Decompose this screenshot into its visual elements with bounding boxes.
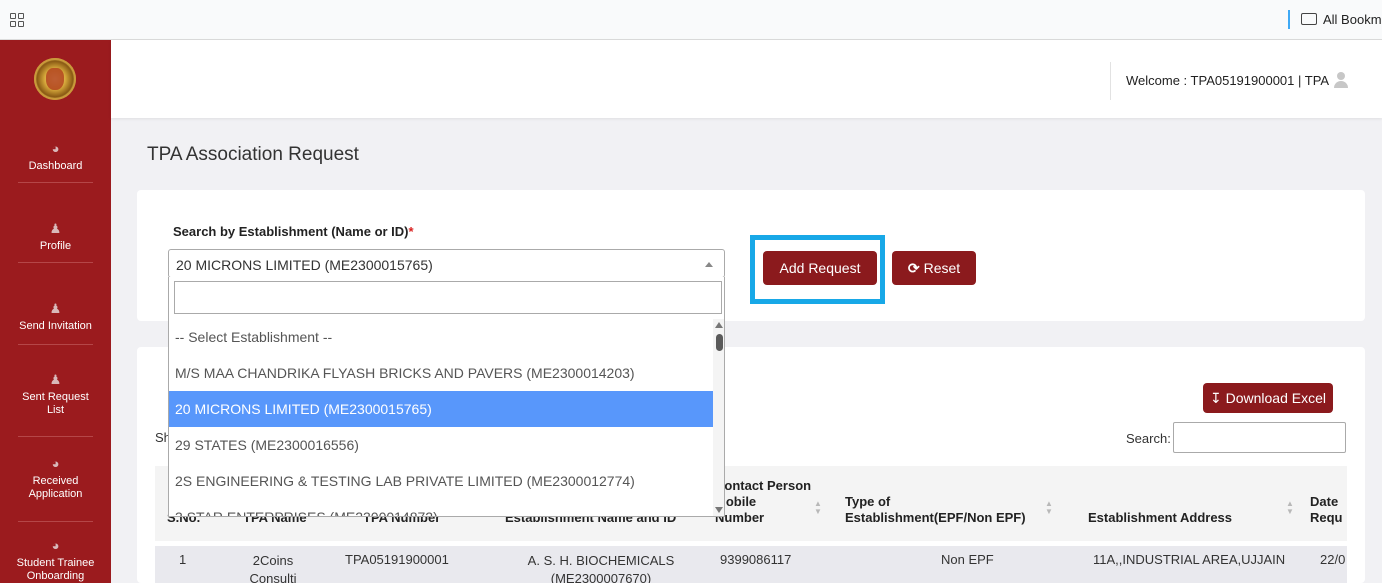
sidebar-item-label: Received [32, 475, 79, 487]
establishment-select[interactable]: 20 MICRONS LIMITED (ME2300015765) [168, 249, 725, 278]
scroll-down-arrow-icon[interactable] [715, 507, 723, 513]
column-header-establishment-type[interactable]: Type of Establishment(EPF/Non EPF) [845, 494, 1026, 526]
browser-bookmark-bar: All Bookma [0, 0, 1382, 40]
dropdown-option[interactable]: 3 STAR ENTERPRISES (ME2300014872) [169, 499, 713, 516]
top-header: Welcome : TPA05191900001 | TPA [111, 40, 1382, 118]
table-search-input[interactable] [1173, 422, 1346, 453]
download-icon: ↧ [1209, 390, 1222, 406]
apps-grid-icon[interactable] [10, 13, 24, 27]
user-icon: ♟ [49, 221, 62, 236]
sidebar-item-label: Dashboard [28, 160, 83, 172]
search-establishment-label: Search by Establishment (Name or ID)* [173, 224, 414, 239]
all-bookmarks-link[interactable]: All Bookma [1323, 12, 1382, 27]
table-row[interactable]: 1 2Coins Consulti TPA05191900001 A. S. H.… [155, 546, 1347, 583]
sidebar-divider [18, 262, 93, 263]
user-icon: ♟ [49, 372, 62, 387]
sidebar-item-send-invitation[interactable]: ♟ Send Invitation [0, 302, 111, 333]
user-icon: ♟ [49, 301, 62, 316]
dropdown-options-list: -- Select Establishment -- M/S MAA CHAND… [169, 319, 713, 516]
sidebar-divider [18, 344, 93, 345]
add-request-button[interactable]: Add Request [763, 251, 877, 285]
scroll-up-arrow-icon[interactable] [715, 322, 723, 328]
dropdown-option[interactable]: -- Select Establishment -- [169, 319, 713, 355]
establishment-select-value: 20 MICRONS LIMITED (ME2300015765) [176, 257, 433, 273]
dropdown-scrollbar[interactable] [713, 319, 724, 516]
dropdown-option[interactable]: 29 STATES (ME2300016556) [169, 427, 713, 463]
establishment-dropdown: -- Select Establishment -- M/S MAA CHAND… [168, 277, 725, 517]
column-header-contact-mobile[interactable]: Contact Person Mobile Number [715, 478, 811, 526]
cell-sno: 1 [179, 552, 187, 567]
sidebar-item-profile[interactable]: ♟ Profile [0, 222, 111, 253]
refresh-icon: ⟳ [907, 260, 920, 276]
required-mark: * [408, 224, 414, 239]
reset-button[interactable]: ⟳ Reset [892, 251, 976, 285]
folder-icon[interactable] [1301, 13, 1317, 25]
chevron-up-icon [705, 262, 713, 267]
sort-icon[interactable]: ▲ ▼ [1286, 500, 1294, 516]
sidebar-item-label: Student Trainee [16, 557, 95, 569]
dropdown-option-selected[interactable]: 20 MICRONS LIMITED (ME2300015765) [169, 391, 713, 427]
bookmark-separator [1288, 10, 1290, 29]
cell-establishment: A. S. H. BIOCHEMICALS (ME2300007670) [527, 553, 675, 583]
cell-tpa-name: 2Coins Consulti [249, 553, 297, 583]
table-search-label: Search: [1126, 431, 1171, 446]
page-title: TPA Association Request [147, 144, 359, 165]
cell-establishment-type: Non EPF [941, 552, 994, 567]
download-excel-button[interactable]: ↧ Download Excel [1203, 383, 1333, 413]
sidebar-item-label-line2: Onboarding [26, 570, 85, 582]
cell-mobile: 9399086117 [720, 552, 792, 567]
sidebar-item-student-trainee-onboarding[interactable]: ◕ Student Trainee Onboarding [0, 539, 111, 583]
sidebar-item-label-line2: Application [28, 488, 83, 500]
sidebar-divider [18, 436, 93, 437]
sidebar-divider [18, 521, 93, 522]
column-header-establishment-address[interactable]: Establishment Address [1088, 510, 1232, 526]
sidebar-item-label: Sent Request [22, 391, 89, 403]
header-divider [1110, 62, 1111, 100]
emblem-logo[interactable] [34, 58, 76, 100]
sidebar-item-dashboard[interactable]: ◕ Dashboard [0, 142, 111, 173]
sort-icon[interactable]: ▲ ▼ [814, 500, 822, 516]
dropdown-option[interactable]: M/S MAA CHANDRIKA FLYASH BRICKS AND PAVE… [169, 355, 713, 391]
sidebar-item-received-application[interactable]: ◕ Received Application [0, 457, 111, 501]
sidebar-item-label-line2: List [46, 404, 65, 416]
dropdown-option[interactable]: 2S ENGINEERING & TESTING LAB PRIVATE LIM… [169, 463, 713, 499]
sort-icon[interactable]: ▲ ▼ [1045, 500, 1053, 516]
cell-tpa-number: TPA05191900001 [345, 552, 449, 567]
sidebar-item-sent-request-list[interactable]: ♟ Sent Request List [0, 373, 111, 417]
column-header-date[interactable]: Date Requ [1310, 494, 1343, 526]
dashboard-icon: ◕ [51, 141, 60, 156]
sidebar-item-label: Send Invitation [19, 320, 92, 332]
sidebar-divider [18, 182, 93, 183]
user-avatar-icon[interactable] [1334, 72, 1348, 88]
scrollbar-thumb[interactable] [716, 334, 723, 351]
welcome-text: Welcome : TPA05191900001 | TPA [1126, 73, 1330, 88]
dropdown-search-input[interactable] [174, 281, 722, 314]
cell-date: 22/0 [1320, 552, 1346, 567]
sidebar-item-label: Profile [39, 240, 72, 252]
cell-address: 11A,,INDUSTRIAL AREA,UJJAIN [1093, 552, 1286, 567]
dashboard-icon: ◕ [51, 456, 60, 471]
dashboard-icon: ◕ [51, 538, 60, 553]
